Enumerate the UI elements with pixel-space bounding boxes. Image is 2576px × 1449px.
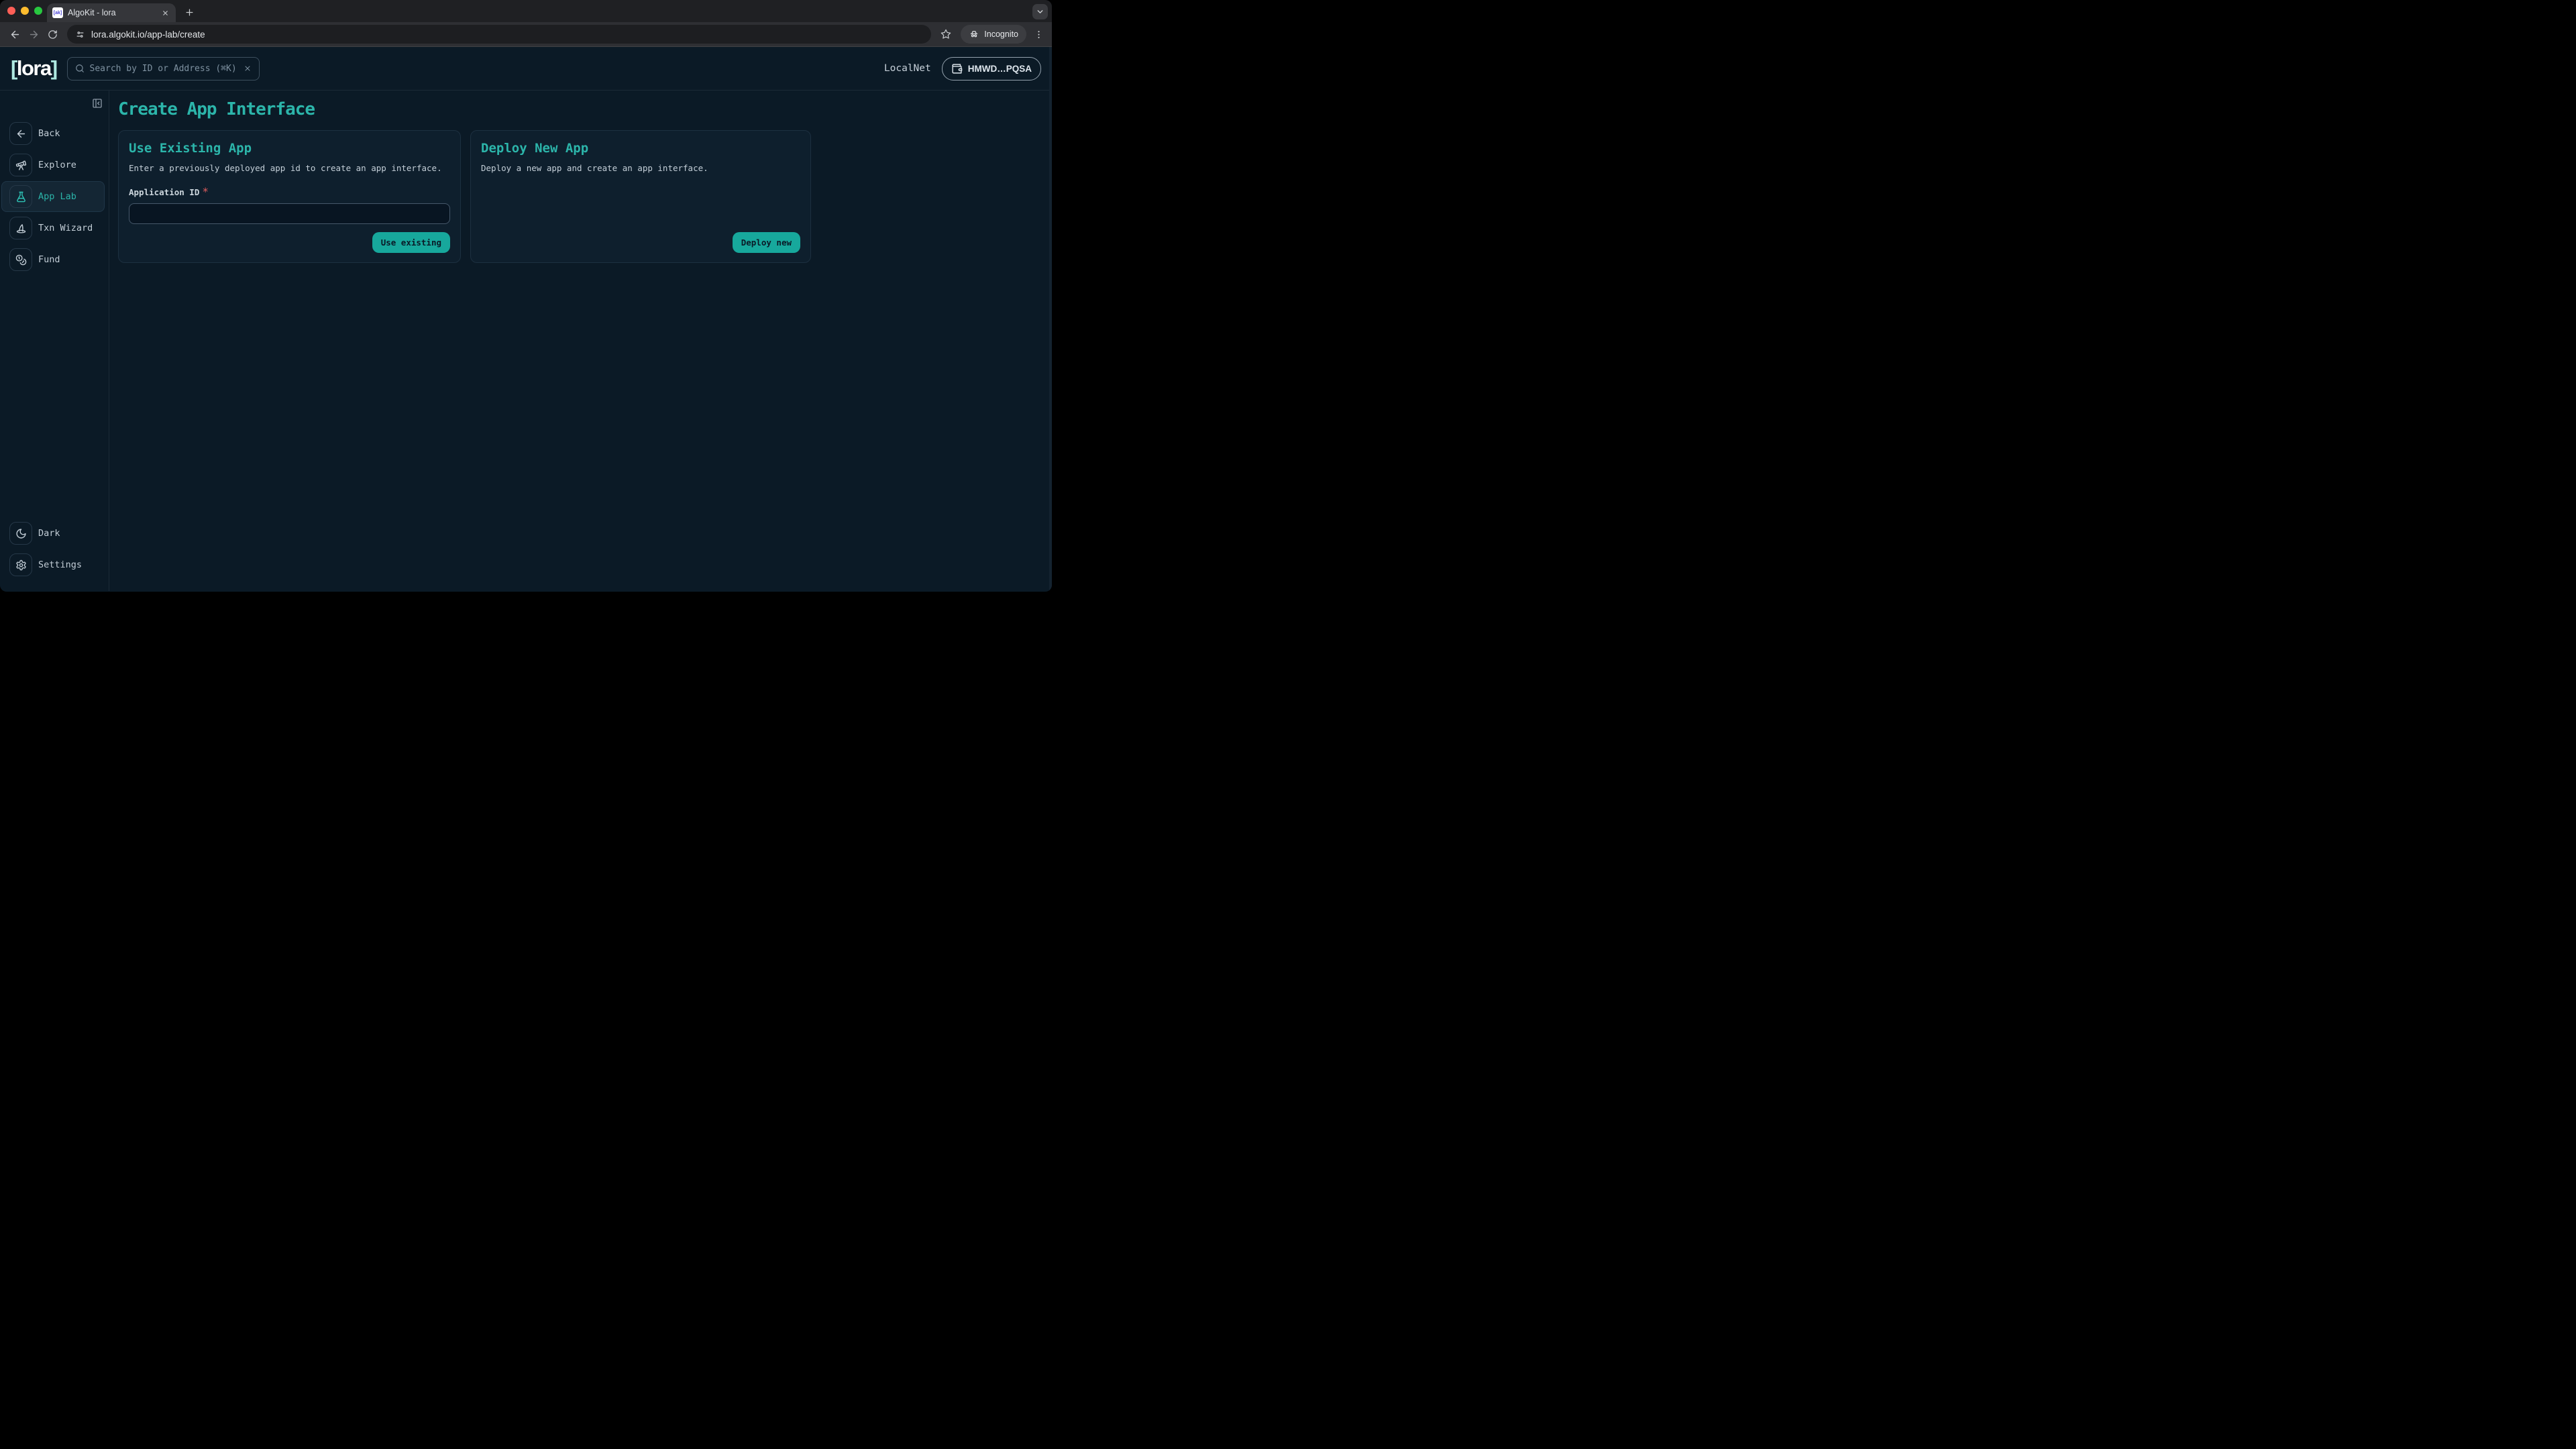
sidebar-item-label: Fund [38, 254, 60, 265]
browser-toolbar: lora.algokit.io/app-lab/create Incognito [0, 22, 1052, 47]
arrow-left-icon [9, 122, 32, 145]
incognito-badge: Incognito [961, 25, 1026, 44]
close-window-button[interactable] [7, 7, 15, 15]
browser-menu-button[interactable] [1030, 25, 1046, 44]
sidebar-item-label: Txn Wizard [38, 223, 93, 233]
required-marker: * [202, 185, 209, 198]
chevron-down-icon [1036, 7, 1044, 16]
search-icon [75, 64, 85, 73]
clear-search-icon[interactable] [244, 64, 252, 72]
wallet-address: HMWD…PQSA [968, 64, 1032, 74]
address-bar[interactable]: lora.algokit.io/app-lab/create [67, 25, 931, 44]
use-existing-button[interactable]: Use existing [372, 232, 450, 253]
sidebar-item-label: Explore [38, 160, 76, 170]
lora-app-page: [lora] Search by ID or Address (⌘K) Loca… [0, 47, 1052, 591]
card-title: Use Existing App [129, 141, 450, 156]
arrow-right-icon [28, 29, 40, 40]
network-selector[interactable]: LocalNet [884, 63, 931, 74]
logo-bracket-left: [ [11, 56, 17, 80]
browser-tab[interactable]: [ak] AlgoKit - lora [47, 3, 176, 22]
minimize-window-button[interactable] [21, 7, 29, 15]
search-placeholder: Search by ID or Address (⌘K) [90, 64, 238, 74]
bookmark-button[interactable] [936, 25, 955, 44]
site-settings-icon[interactable] [75, 30, 85, 40]
reload-button[interactable] [43, 25, 62, 44]
gear-icon [9, 553, 32, 576]
sidebar-item-theme-toggle[interactable]: Dark [1, 518, 105, 549]
use-existing-app-card: Use Existing App Enter a previously depl… [118, 130, 461, 263]
forward-button[interactable] [24, 25, 43, 44]
sidebar-item-settings[interactable]: Settings [1, 549, 105, 580]
tab-search-button[interactable] [1032, 4, 1048, 19]
browser-window: [ak] AlgoKit - lora lora.algokit.io/a [0, 0, 1052, 592]
card-description: Enter a previously deployed app id to cr… [129, 163, 450, 173]
macos-window-controls[interactable] [7, 7, 42, 15]
sidebar-item-app-lab[interactable]: App Lab [1, 181, 105, 212]
page-title: Create App Interface [118, 99, 1052, 119]
new-tab-button[interactable] [181, 4, 197, 20]
cards-row: Use Existing App Enter a previously depl… [118, 130, 1052, 263]
app-header: [lora] Search by ID or Address (⌘K) Loca… [0, 47, 1052, 91]
deploy-new-button[interactable]: Deploy new [733, 232, 800, 253]
application-id-label: Application ID [129, 187, 199, 197]
panel-collapse-icon [92, 98, 103, 109]
sidebar-item-label: Back [38, 128, 60, 139]
moon-icon [9, 522, 32, 545]
star-icon [941, 29, 951, 40]
tab-strip: [ak] AlgoKit - lora [0, 0, 1052, 22]
incognito-icon [969, 29, 979, 40]
card-title: Deploy New App [481, 141, 800, 156]
tab-close-icon[interactable] [160, 7, 170, 18]
card-description: Deploy a new app and create an app inter… [481, 163, 800, 173]
sidebar-item-label: Dark [38, 528, 60, 539]
tab-title: AlgoKit - lora [68, 8, 155, 17]
logo-bracket-right: ] [51, 56, 57, 80]
scrollbar-track[interactable] [1049, 47, 1052, 591]
search-input[interactable]: Search by ID or Address (⌘K) [67, 57, 260, 80]
maximize-window-button[interactable] [34, 7, 42, 15]
lora-logo[interactable]: [lora] [11, 56, 57, 80]
coins-icon [9, 248, 32, 271]
sidebar: Back Explore App Lab [0, 91, 109, 591]
wallet-icon [951, 63, 963, 74]
sidebar-collapse-button[interactable] [92, 98, 103, 109]
sidebar-item-back[interactable]: Back [1, 118, 105, 149]
sidebar-item-txn-wizard[interactable]: Txn Wizard [1, 213, 105, 244]
deploy-new-app-card: Deploy New App Deploy a new app and crea… [470, 130, 811, 263]
application-id-field: Application ID* [129, 185, 450, 224]
url-text[interactable]: lora.algokit.io/app-lab/create [91, 30, 205, 40]
sidebar-item-label: App Lab [38, 191, 76, 202]
logo-word: lora [17, 56, 51, 80]
wizard-hat-icon [9, 217, 32, 239]
application-id-input[interactable] [129, 203, 450, 224]
main-content: Create App Interface Use Existing App En… [109, 91, 1052, 591]
sidebar-item-explore[interactable]: Explore [1, 150, 105, 180]
sidebar-item-label: Settings [38, 559, 82, 570]
kebab-menu-icon [1034, 30, 1044, 40]
sidebar-footer: Dark Settings [0, 518, 109, 581]
back-button[interactable] [5, 25, 24, 44]
incognito-label: Incognito [984, 30, 1018, 39]
flask-icon [9, 185, 32, 208]
tab-favicon: [ak] [52, 7, 63, 18]
arrow-left-icon [9, 29, 21, 40]
reload-icon [48, 30, 58, 40]
telescope-icon [9, 154, 32, 176]
sidebar-item-fund[interactable]: Fund [1, 244, 105, 275]
wallet-button[interactable]: HMWD…PQSA [942, 57, 1041, 80]
